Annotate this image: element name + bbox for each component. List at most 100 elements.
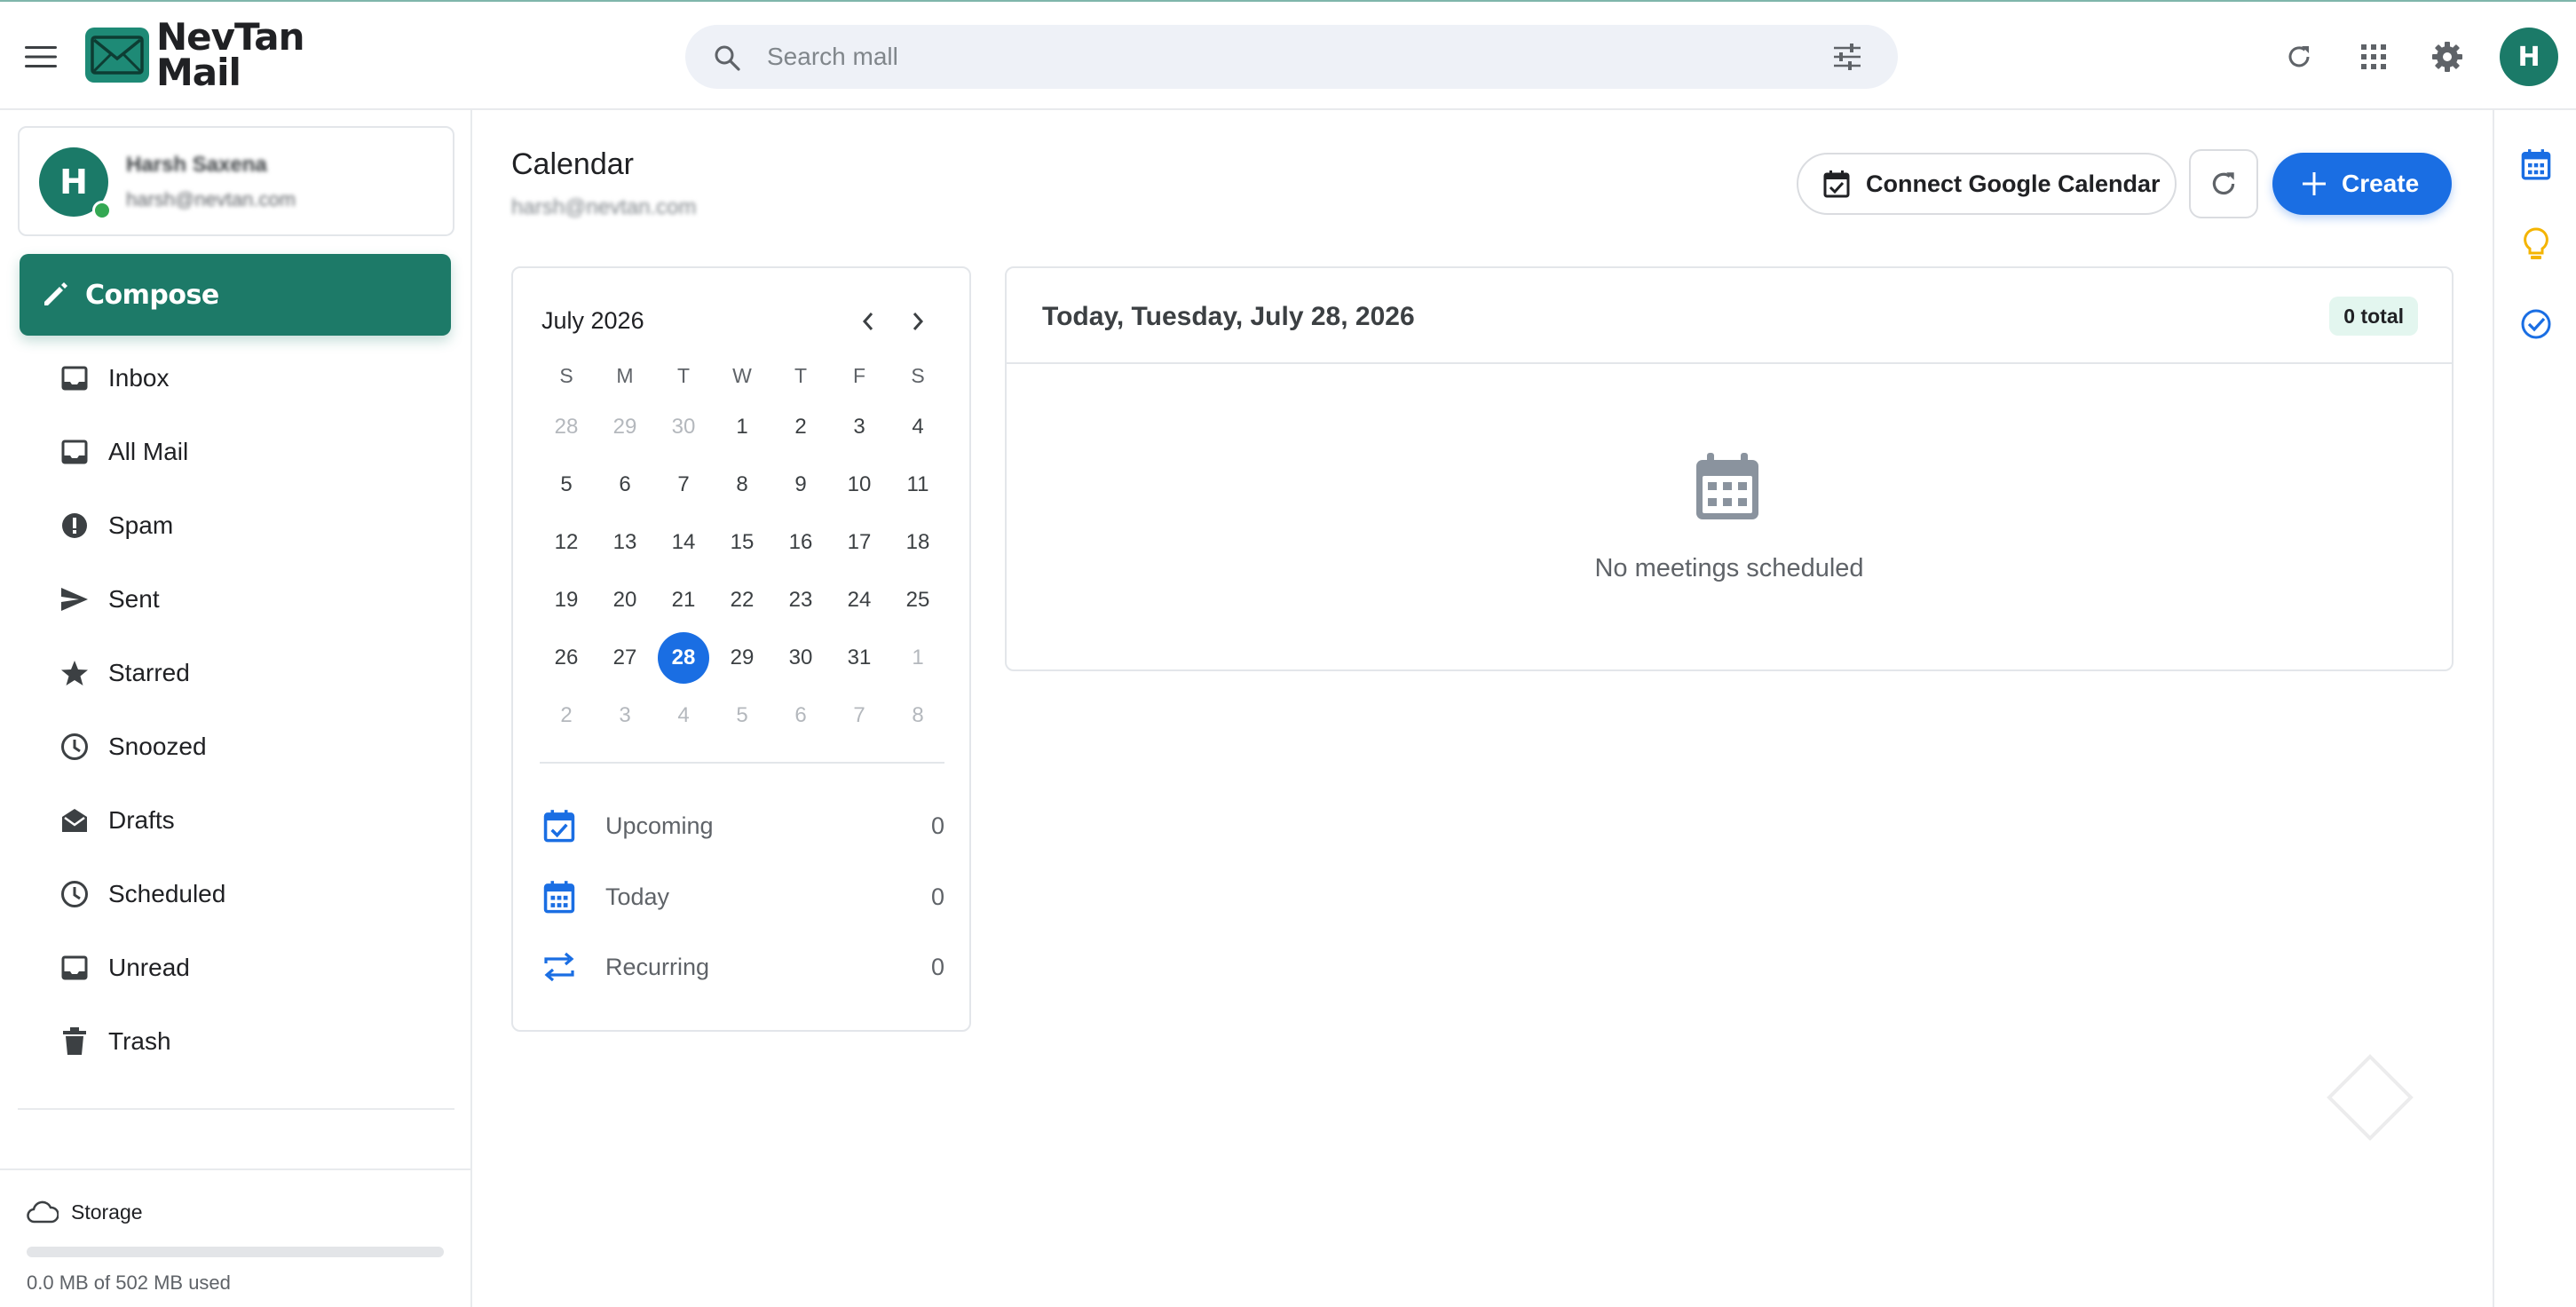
calendar-day[interactable]: 14 bbox=[658, 517, 709, 568]
calendar-day[interactable]: 6 bbox=[775, 690, 826, 741]
calendar-day[interactable]: 3 bbox=[834, 401, 885, 453]
brand-logo[interactable]: NevTan Mail bbox=[85, 19, 304, 94]
calendar-day[interactable]: 24 bbox=[834, 574, 885, 626]
calendar-icon bbox=[2521, 149, 2551, 180]
sidebar-item-trash[interactable]: Trash bbox=[44, 1013, 453, 1070]
calendar-day[interactable]: 25 bbox=[892, 574, 944, 626]
account-card[interactable]: H Harsh Saxena harsh@nevtan.com bbox=[18, 126, 454, 236]
calendar-day[interactable]: 10 bbox=[834, 459, 885, 511]
calendar-day[interactable]: 29 bbox=[599, 401, 651, 453]
calendar-day[interactable]: 30 bbox=[775, 632, 826, 684]
tasks-button[interactable] bbox=[2516, 304, 2556, 345]
calendar-day[interactable]: 19 bbox=[541, 574, 592, 626]
calendar-day[interactable]: 9 bbox=[775, 459, 826, 511]
account-avatar-button[interactable]: H bbox=[2500, 28, 2558, 86]
calendar-day[interactable]: 26 bbox=[541, 632, 592, 684]
weekday-label: S bbox=[559, 364, 573, 387]
calendar-day[interactable]: 16 bbox=[775, 517, 826, 568]
settings-button[interactable] bbox=[2428, 37, 2467, 76]
calendar-day[interactable]: 22 bbox=[716, 574, 768, 626]
storage-panel: Storage 0.0 MB of 502 MB used bbox=[0, 1168, 470, 1307]
calendar-app-button[interactable] bbox=[2516, 144, 2556, 185]
sidebar-item-all-mail[interactable]: All Mail bbox=[44, 424, 453, 480]
sidebar-item-starred[interactable]: Starred bbox=[44, 645, 453, 701]
connect-label: Connect Google Calendar bbox=[1866, 170, 2161, 197]
calendar-day[interactable]: 4 bbox=[892, 401, 944, 453]
calendar-day[interactable]: 18 bbox=[892, 517, 944, 568]
calendar-day[interactable]: 13 bbox=[599, 517, 651, 568]
recurring-row[interactable]: Recurring 0 bbox=[540, 942, 944, 992]
calendar-day[interactable]: 3 bbox=[599, 690, 651, 741]
diamond-watermark-icon bbox=[2326, 1053, 2414, 1142]
sidebar-item-spam[interactable]: Spam bbox=[44, 497, 453, 554]
right-side-rail bbox=[2493, 110, 2576, 1307]
calendar-day[interactable]: 8 bbox=[716, 459, 768, 511]
agenda-panel: Today, Tuesday, July 28, 2026 0 total No… bbox=[1005, 266, 2454, 671]
calendar-day[interactable]: 6 bbox=[599, 459, 651, 511]
calendar-day[interactable]: 8 bbox=[892, 690, 944, 741]
sidebar-item-scheduled[interactable]: Scheduled bbox=[44, 866, 453, 923]
create-event-button[interactable]: Create bbox=[2272, 153, 2452, 215]
previous-month-button[interactable] bbox=[850, 304, 886, 339]
mini-calendar: July 2026 SMTWTFS 28 29 30 1 2 3 4 5 6 7 8 9 10 11 12 1… bbox=[511, 266, 971, 1032]
calendar-day[interactable]: 21 bbox=[658, 574, 709, 626]
keep-notes-button[interactable] bbox=[2516, 224, 2556, 265]
brand-line-2: Mail bbox=[156, 51, 241, 94]
calendar-day[interactable]: 5 bbox=[716, 690, 768, 741]
calendar-day[interactable]: 7 bbox=[834, 690, 885, 741]
upcoming-row[interactable]: Upcoming 0 bbox=[540, 801, 944, 851]
refresh-icon bbox=[2288, 46, 2310, 67]
apps-button[interactable] bbox=[2354, 37, 2393, 76]
calendar-day[interactable]: 23 bbox=[775, 574, 826, 626]
sidebar-item-label: Unread bbox=[108, 954, 190, 981]
total-count-badge: 0 total bbox=[2329, 297, 2418, 336]
calendar-day[interactable]: 27 bbox=[599, 632, 651, 684]
calendar-day[interactable]: 1 bbox=[892, 632, 944, 684]
calendar-day[interactable]: 28 bbox=[541, 401, 592, 453]
calendar-day[interactable]: 17 bbox=[834, 517, 885, 568]
compose-button[interactable]: Compose bbox=[20, 254, 451, 336]
main-menu-button[interactable] bbox=[20, 37, 62, 76]
weekday-label: M bbox=[616, 364, 634, 387]
calendar-day[interactable]: 15 bbox=[716, 517, 768, 568]
search-icon[interactable] bbox=[714, 44, 740, 71]
calendar-day[interactable]: 1 bbox=[716, 401, 768, 453]
calendar-day[interactable]: 2 bbox=[775, 401, 826, 453]
calendar-day[interactable]: 11 bbox=[892, 459, 944, 511]
calendar-day[interactable]: 4 bbox=[658, 690, 709, 741]
sidebar-item-inbox[interactable]: Inbox bbox=[44, 350, 453, 407]
recurring-count: 0 bbox=[930, 953, 944, 980]
send-icon bbox=[57, 582, 92, 617]
chevron-left-icon bbox=[862, 313, 873, 330]
calendar-day[interactable]: 30 bbox=[658, 401, 709, 453]
repeat-icon bbox=[540, 951, 579, 983]
sidebar-item-sent[interactable]: Sent bbox=[44, 571, 453, 628]
calendar-day[interactable]: 7 bbox=[658, 459, 709, 511]
connect-google-calendar-button[interactable]: Connect Google Calendar bbox=[1797, 153, 2177, 215]
calendar-day-selected[interactable]: 28 bbox=[658, 632, 709, 684]
sidebar-item-drafts[interactable]: Drafts bbox=[44, 792, 453, 849]
storage-progress-bar bbox=[27, 1247, 444, 1257]
calendar-day[interactable]: 12 bbox=[541, 517, 592, 568]
today-row[interactable]: Today 0 bbox=[540, 872, 944, 922]
sidebar-item-unread[interactable]: Unread bbox=[44, 939, 453, 996]
calendar-day[interactable]: 5 bbox=[541, 459, 592, 511]
calendar-refresh-button[interactable] bbox=[2189, 149, 2258, 218]
calendar-check-icon bbox=[540, 809, 579, 843]
account-name: Harsh Saxena bbox=[126, 153, 267, 177]
trash-icon bbox=[57, 1024, 92, 1059]
calendar-day[interactable]: 31 bbox=[834, 632, 885, 684]
empty-state-text: No meetings scheduled bbox=[1594, 554, 1864, 582]
sidebar-item-snoozed[interactable]: Snoozed bbox=[44, 718, 453, 775]
tune-icon[interactable] bbox=[1832, 43, 1862, 71]
next-month-button[interactable] bbox=[900, 304, 936, 339]
upcoming-label: Upcoming bbox=[605, 812, 714, 839]
calendar-day[interactable]: 20 bbox=[599, 574, 651, 626]
calendar-day[interactable]: 2 bbox=[541, 690, 592, 741]
weekday-label: T bbox=[794, 364, 808, 387]
calendar-day[interactable]: 29 bbox=[716, 632, 768, 684]
unread-icon bbox=[57, 950, 92, 986]
search-input[interactable] bbox=[767, 37, 1779, 76]
compose-label: Compose bbox=[85, 279, 219, 311]
refresh-button[interactable] bbox=[2280, 37, 2319, 76]
